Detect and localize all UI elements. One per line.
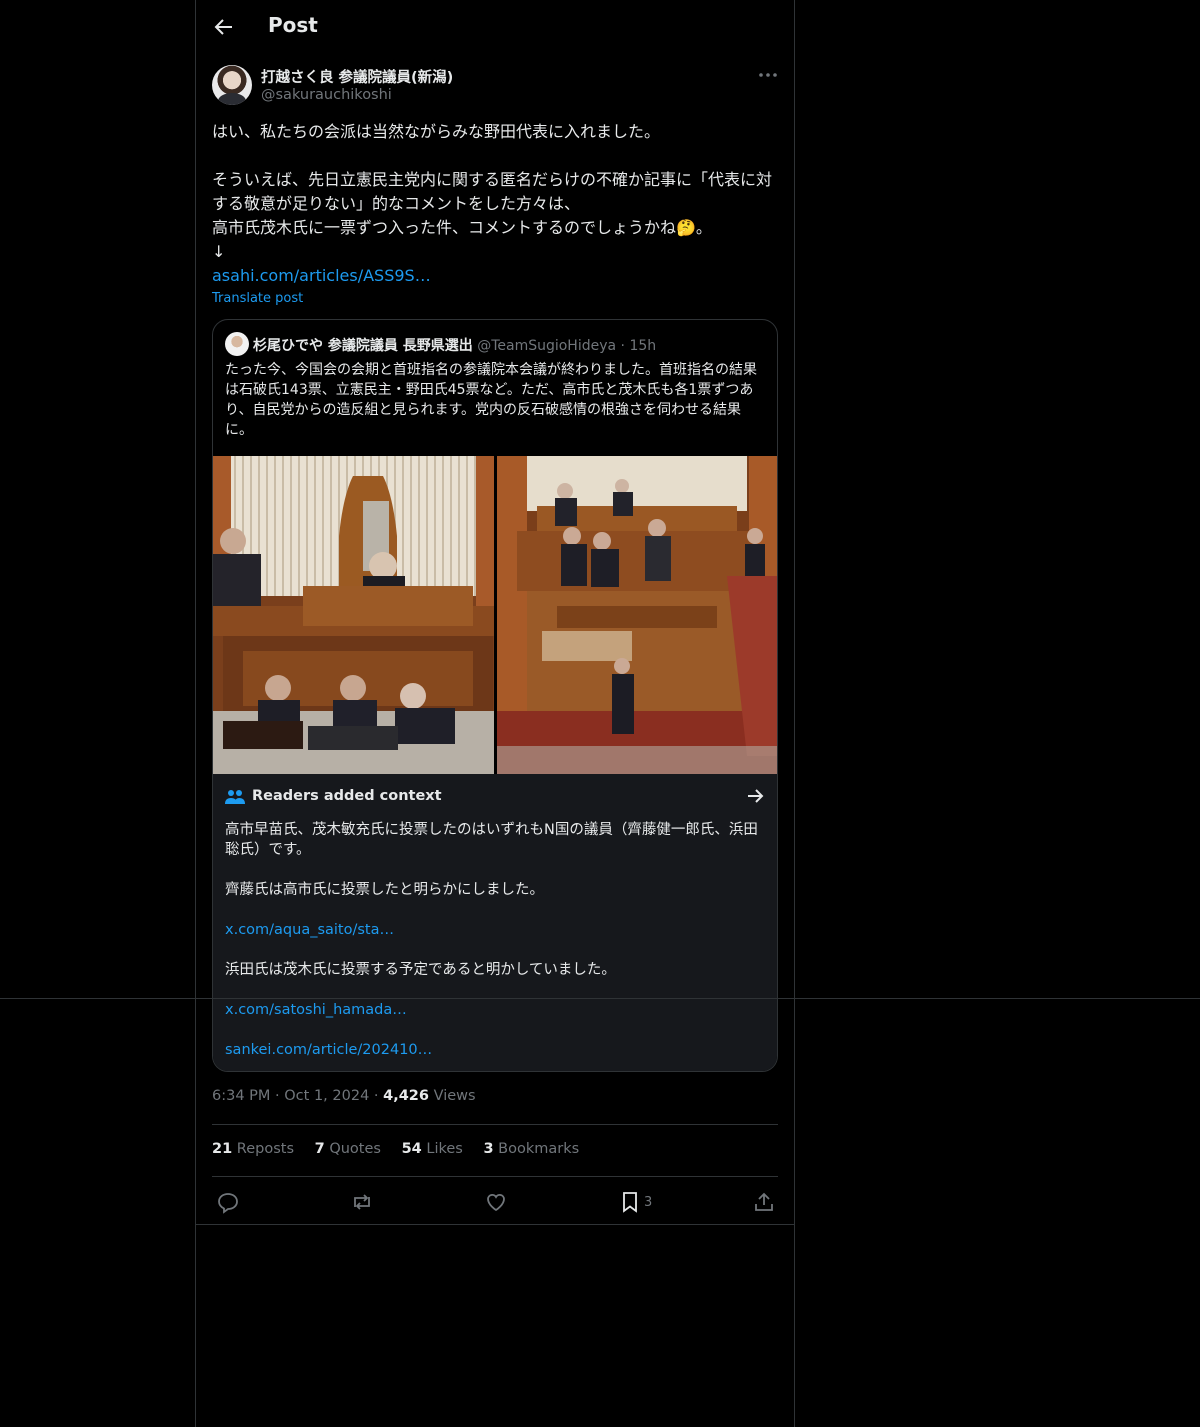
overlay-divider-line: [0, 998, 1200, 999]
author-name[interactable]: 打越さく良 参議院議員(新潟): [261, 66, 453, 87]
post-meta: 6:34 PM · Oct 1, 2024 · 4,426 Views: [212, 1088, 476, 1104]
quote-text: たった今、今国会の会期と首班指名の参議院本会議が終わりました。首班指名の結果は石…: [225, 362, 757, 438]
arrow-right-icon[interactable]: [745, 786, 765, 806]
post-line-2: そういえば、先日立憲民主党内に関する匿名だらけの不確か記事に「代表に対する敬意が…: [212, 170, 773, 213]
share-icon[interactable]: [752, 1190, 776, 1214]
quote-author-avatar: [225, 332, 249, 356]
bookmarks-stat[interactable]: 3 Bookmarks: [483, 1141, 579, 1157]
likes-stat[interactable]: 54 Likes: [402, 1141, 463, 1157]
post-link[interactable]: asahi.com/articles/ASS9S…: [212, 266, 431, 285]
quotes-stat[interactable]: 7 Quotes: [315, 1141, 381, 1157]
bookmark-icon[interactable]: [618, 1190, 642, 1214]
quoted-post[interactable]: 杉尾ひでや 参議院議員 長野県選出 @TeamSugioHideya · 15h…: [212, 319, 778, 1072]
quote-author-name: 杉尾ひでや 参議院議員 長野県選出: [253, 338, 473, 354]
author-handle[interactable]: @sakurauchikoshi: [261, 87, 392, 103]
page-title: Post: [268, 13, 318, 37]
post-time[interactable]: 6:34 PM: [212, 1088, 270, 1104]
post-arrow: ↓: [212, 242, 226, 261]
post-stats: 21 Reposts 7 Quotes 54 Likes 3 Bookmarks: [212, 1141, 595, 1157]
divider: [196, 1224, 794, 1225]
quote-separator: ·: [620, 338, 625, 354]
post-text: はい、私たちの会派は当然ながらみな野田代表に入れました。 そういえば、先日立憲民…: [212, 120, 780, 288]
page-header: Post: [196, 0, 794, 54]
meta-separator: ·: [275, 1088, 280, 1104]
repost-icon[interactable]: [350, 1190, 374, 1214]
post-line-1: はい、私たちの会派は当然ながらみな野田代表に入れました。: [212, 122, 661, 141]
heart-icon[interactable]: [484, 1190, 508, 1214]
post-column: Post 打越さく良 参議院議員(新潟) @sakurauchikoshi はい…: [195, 0, 795, 1427]
author-avatar[interactable]: [212, 65, 252, 105]
context-paragraph: 浜田氏は茂木氏に投票する予定であると明かしていました。: [225, 962, 616, 978]
meta-separator: ·: [373, 1088, 379, 1104]
context-paragraph: 齊藤氏は高市氏に投票したと明らかにしました。: [225, 882, 544, 898]
people-icon: [225, 788, 245, 806]
readers-context: Readers added context 高市早苗氏、茂木敏充氏に投票したのは…: [213, 774, 777, 1071]
divider: [212, 1176, 778, 1177]
context-link[interactable]: x.com/satoshi_hamada…: [225, 1000, 767, 1020]
quote-media[interactable]: [213, 456, 777, 774]
context-body: 高市早苗氏、茂木敏充氏に投票したのはいずれもN国の議員（齊藤健一郎氏、浜田聡氏）…: [225, 820, 767, 1071]
media-photo-right[interactable]: [497, 456, 777, 774]
views-label: Views: [433, 1088, 476, 1104]
quote-header: 杉尾ひでや 参議院議員 長野県選出 @TeamSugioHideya · 15h: [253, 335, 656, 355]
context-paragraph: 高市早苗氏、茂木敏充氏に投票したのはいずれもN国の議員（齊藤健一郎氏、浜田聡氏）…: [225, 822, 758, 858]
reposts-stat[interactable]: 21 Reposts: [212, 1141, 294, 1157]
quote-author-handle: @TeamSugioHideya: [477, 338, 617, 354]
translate-post-link[interactable]: Translate post: [212, 291, 303, 306]
action-bar: 3: [196, 1188, 794, 1218]
bookmark-count: 3: [644, 1195, 653, 1210]
media-photo-left[interactable]: [213, 456, 494, 774]
views-count: 4,426: [383, 1088, 429, 1104]
divider: [212, 1124, 778, 1125]
back-arrow-icon[interactable]: [212, 15, 236, 39]
more-options-icon[interactable]: [756, 65, 780, 85]
context-link[interactable]: sankei.com/article/202410…: [225, 1040, 767, 1060]
reply-icon[interactable]: [216, 1190, 240, 1214]
context-link[interactable]: x.com/aqua_saito/sta…: [225, 920, 767, 940]
post-date[interactable]: Oct 1, 2024: [284, 1088, 369, 1104]
post-line-3: 高市氏茂木氏に一票ずつ入った件、コメントするのでしょうかね🤔。: [212, 218, 712, 237]
quote-time: 15h: [629, 338, 657, 354]
context-title: Readers added context: [252, 788, 442, 804]
